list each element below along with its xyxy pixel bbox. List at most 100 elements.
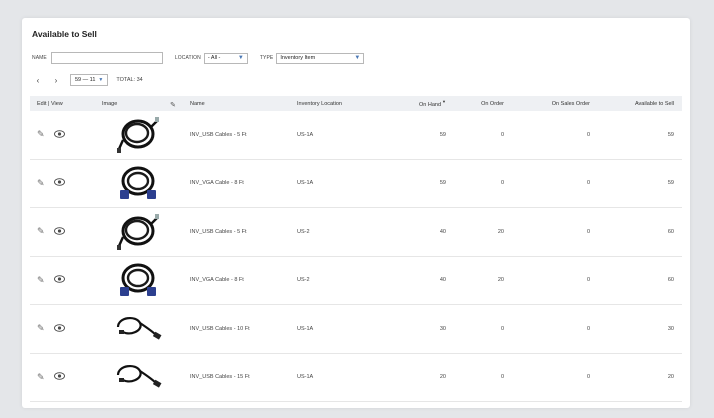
product-image-cell [92,313,184,345]
on-hand-value: 40 [439,277,446,284]
view-eye-icon[interactable] [53,178,65,188]
inventory-location: US-2 [297,277,310,284]
inventory-location: US-2 [297,228,310,235]
available-to-sell-value: 30 [667,325,674,332]
column-header-on-hand-label: On Hand [419,101,442,108]
on-hand-value: 59 [439,131,446,138]
name-filter-label: NAME [32,55,47,61]
prev-page-button[interactable]: ‹ [32,76,44,85]
filter-bar: NAME LOCATION - All - ▼ TYPE Inventory I… [32,52,365,64]
inventory-location: US-1A [297,180,314,187]
available-to-sell-value: 59 [667,180,674,187]
available-to-sell-value: 20 [667,374,674,381]
usb-cable-image [117,212,159,252]
pencil-icon[interactable]: ✎ [170,101,176,109]
panel-title: Available to Sell [32,29,97,39]
product-image-cell [92,361,184,393]
type-filter-label: TYPE [259,55,274,61]
total-label: TOTAL: [116,77,136,83]
item-name[interactable]: INV_VGA Cable - 8 Ft [184,180,294,186]
total-value: 34 [136,77,143,83]
column-header-location[interactable]: Inventory Location [294,101,380,107]
on-sales-order-value: 0 [586,180,590,187]
edit-view-cell: ✎ [30,323,92,334]
page-range-select[interactable]: 59 — 11 ▼ [70,74,109,86]
on-sales-order-value: 0 [586,277,590,284]
available-to-sell-value: 59 [667,131,674,138]
available-to-sell-panel: Available to Sell NAME LOCATION - All - … [22,18,690,408]
table-row: ✎ INV_USB Cables - 15 Ft US-1A 20 0 0 20 [30,354,682,402]
chevron-down-icon: ▼ [98,77,104,83]
item-name[interactable]: INV_VGA Cable - 8 Ft [184,277,294,283]
edit-pencil-icon[interactable]: ✎ [37,372,45,383]
item-name[interactable]: INV_USB Cables - 10 Ft [184,326,294,332]
view-eye-icon[interactable] [53,275,65,285]
edit-pencil-icon[interactable]: ✎ [37,323,45,334]
on-hand-value: 20 [439,374,446,381]
next-page-button[interactable]: › [50,76,62,85]
view-eye-icon[interactable] [53,227,65,237]
item-name[interactable]: INV_USB Cables - 5 Ft [184,229,294,235]
vga-cable-image [117,163,159,203]
view-eye-icon[interactable] [53,372,65,382]
column-header-on-order[interactable]: On Order [450,101,508,107]
type-filter-value: Inventory Item [280,55,316,61]
edit-view-cell: ✎ [30,129,92,140]
location-filter-label: LOCATION [174,55,201,61]
total-count: TOTAL: 34 [116,77,142,83]
on-order-value: 0 [500,180,504,187]
column-header-name[interactable]: Name [184,101,294,107]
inventory-table: Edit | View Image ✎ Name Inventory Locat… [30,96,682,402]
on-order-value: 0 [500,131,504,138]
product-image-cell [92,115,184,155]
column-header-image: Image ✎ [92,100,184,109]
name-filter-input[interactable] [50,52,163,64]
usb-cable-loop-image [114,313,162,345]
location-filter-select[interactable]: - All - ▼ [203,52,248,64]
item-name[interactable]: INV_USB Cables - 15 Ft [184,374,294,380]
item-name[interactable]: INV_USB Cables - 5 Ft [184,132,294,138]
table-row: ✎ INV_USB Cables - 5 Ft US-1A 59 0 0 59 [30,111,682,160]
edit-pencil-icon[interactable]: ✎ [37,226,45,237]
inventory-location: US-1A [297,131,314,138]
edit-view-cell: ✎ [30,275,92,286]
vga-cable-image [117,260,159,300]
available-to-sell-value: 60 [667,228,674,235]
chevron-down-icon: ▼ [354,55,361,61]
inventory-location: US-1A [297,325,314,332]
column-header-available[interactable]: Available to Sell [594,101,682,107]
table-row: ✎ INV_USB Cables - 5 Ft US-2 40 20 0 60 [30,208,682,257]
column-header-edit-view: Edit | View [37,100,63,107]
on-hand-value: 40 [439,228,446,235]
view-eye-icon[interactable] [53,324,65,334]
table-row: ✎ INV_VGA Cable - 8 Ft US-1A 59 0 0 59 [30,160,682,208]
on-hand-value: 30 [439,325,446,332]
edit-view-cell: ✎ [30,372,92,383]
location-filter-value: - All - [207,55,221,61]
edit-pencil-icon[interactable]: ✎ [37,129,45,140]
usb-cable-loop-image [114,361,162,393]
on-order-value: 0 [500,325,504,332]
view-eye-icon[interactable] [53,130,65,140]
edit-view-cell: ✎ [30,178,92,189]
on-sales-order-value: 0 [586,325,590,332]
on-sales-order-value: 0 [586,228,590,235]
on-sales-order-value: 0 [586,374,590,381]
inventory-location: US-1A [297,374,314,381]
product-image-cell [92,163,184,203]
on-sales-order-value: 0 [586,131,590,138]
edit-pencil-icon[interactable]: ✎ [37,178,45,189]
available-to-sell-value: 60 [667,277,674,284]
table-body: ✎ INV_USB Cables - 5 Ft US-1A 59 0 0 59 … [30,111,682,402]
product-image-cell [92,212,184,252]
edit-pencil-icon[interactable]: ✎ [37,275,45,286]
column-header-on-sales-order[interactable]: On Sales Order [508,101,594,107]
chevron-down-icon: ▼ [237,55,244,61]
column-header-image-label: Image [102,100,118,107]
column-header-on-hand[interactable]: On Hand▼ [380,99,450,108]
page-range-value: 59 — 11 [75,77,96,83]
sort-desc-icon: ▼ [442,99,446,105]
on-order-value: 0 [500,374,504,381]
table-row: ✎ INV_VGA Cable - 8 Ft US-2 40 20 0 60 [30,257,682,305]
type-filter-select[interactable]: Inventory Item ▼ [276,52,365,64]
